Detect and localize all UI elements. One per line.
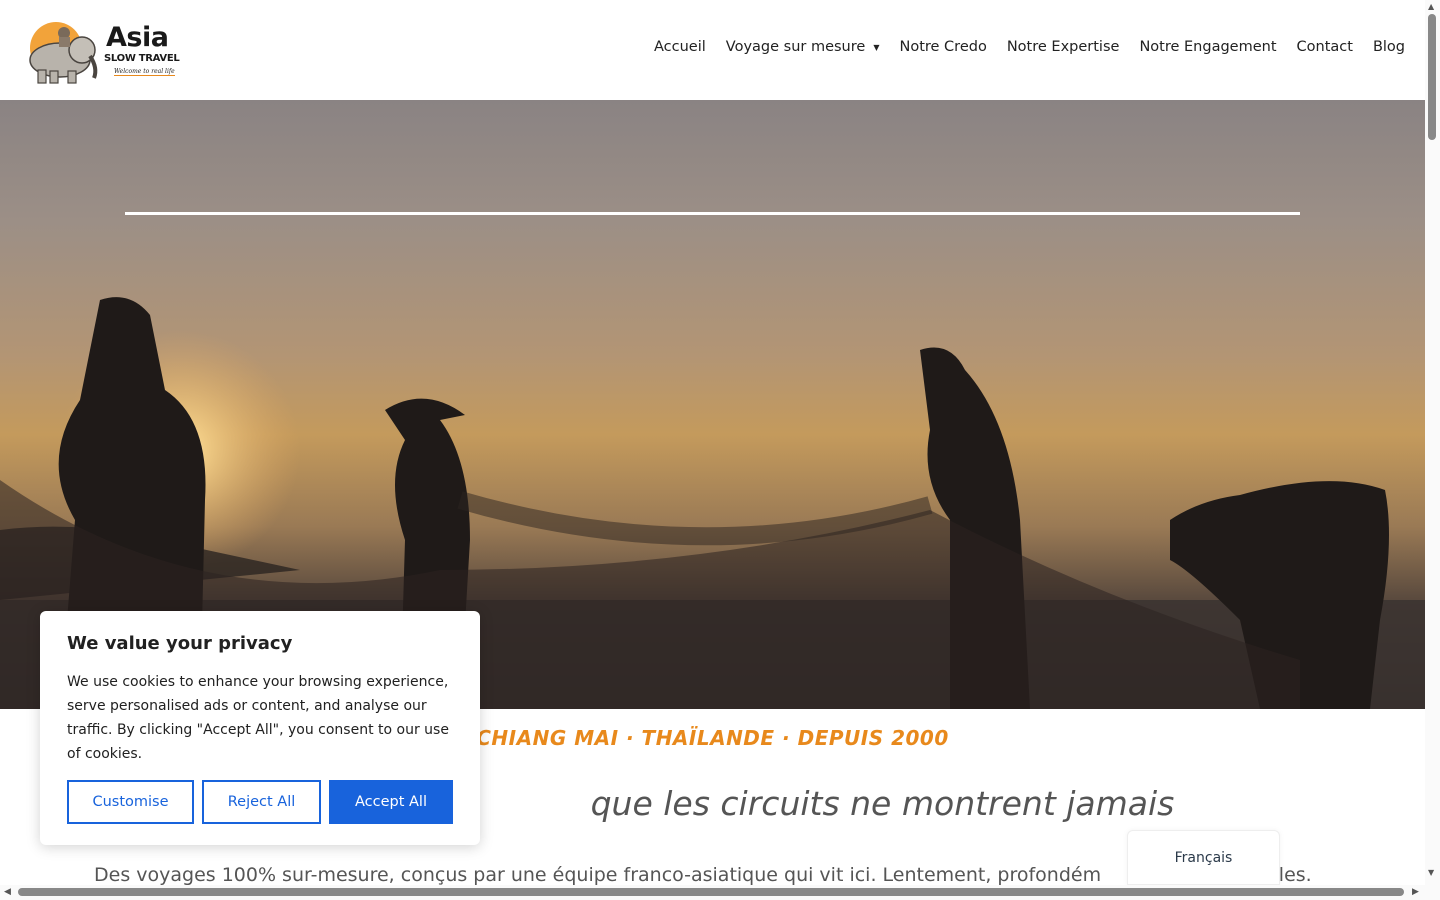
reject-all-button[interactable]: Reject All bbox=[202, 780, 321, 824]
nav-label: Accueil bbox=[654, 39, 706, 55]
cookie-buttons: Customise Reject All Accept All bbox=[67, 780, 453, 824]
cookie-consent-banner: We value your privacy We use cookies to … bbox=[40, 611, 480, 845]
cookie-title: We value your privacy bbox=[67, 633, 293, 654]
vertical-scroll-thumb[interactable] bbox=[1428, 14, 1436, 140]
lead-text-left: Des voyages 100% sur-mesure, conçus par … bbox=[94, 864, 1102, 886]
hero-divider-line bbox=[125, 212, 1300, 215]
nav-item-notre-credo[interactable]: Notre Credo bbox=[889, 39, 996, 55]
main-nav: Accueil Voyage sur mesure ▼ Notre Credo N… bbox=[644, 39, 1415, 55]
horizontal-scroll-thumb[interactable] bbox=[18, 888, 1404, 896]
elephant-logo-icon bbox=[29, 22, 98, 84]
nav-label: Notre Credo bbox=[899, 39, 987, 55]
nav-label: Contact bbox=[1296, 39, 1353, 55]
nav-item-notre-engagement[interactable]: Notre Engagement bbox=[1129, 39, 1286, 55]
site-logo[interactable]: Asia SLOW TRAVEL Welcome to real life bbox=[24, 20, 189, 84]
nav-item-accueil[interactable]: Accueil bbox=[644, 39, 716, 55]
caret-down-icon: ▼ bbox=[873, 42, 880, 52]
nav-label: Notre Expertise bbox=[1006, 39, 1120, 55]
logo-title: Asia bbox=[106, 22, 169, 53]
nav-item-blog[interactable]: Blog bbox=[1363, 39, 1415, 55]
accept-all-button[interactable]: Accept All bbox=[329, 780, 453, 824]
customise-button[interactable]: Customise bbox=[67, 780, 194, 824]
nav-item-notre-expertise[interactable]: Notre Expertise bbox=[997, 39, 1130, 55]
scroll-left-arrow-icon[interactable]: ◀ bbox=[4, 887, 11, 897]
nav-label: Voyage sur mesure bbox=[725, 39, 866, 55]
nav-item-voyage-sur-mesure[interactable]: Voyage sur mesure ▼ bbox=[716, 39, 890, 55]
site-header: Asia SLOW TRAVEL Welcome to real life Ac… bbox=[0, 0, 1425, 100]
nav-label: Blog bbox=[1372, 39, 1405, 55]
language-switcher[interactable]: Français bbox=[1127, 830, 1280, 885]
cookie-description: We use cookies to enhance your browsing … bbox=[67, 674, 449, 762]
logo-tagline: Welcome to real life bbox=[114, 68, 175, 76]
nav-label: Notre Engagement bbox=[1139, 39, 1277, 55]
logo-subtitle: SLOW TRAVEL bbox=[104, 53, 180, 64]
horizontal-scrollbar[interactable]: ◀ ▶ bbox=[0, 885, 1425, 900]
scroll-down-arrow-icon[interactable]: ▼ bbox=[1428, 868, 1434, 877]
scroll-up-arrow-icon[interactable]: ▲ bbox=[1428, 2, 1434, 11]
nav-item-contact[interactable]: Contact bbox=[1287, 39, 1363, 55]
scroll-right-arrow-icon[interactable]: ▶ bbox=[1412, 887, 1419, 897]
vertical-scrollbar[interactable]: ▲ ▼ bbox=[1425, 0, 1440, 900]
